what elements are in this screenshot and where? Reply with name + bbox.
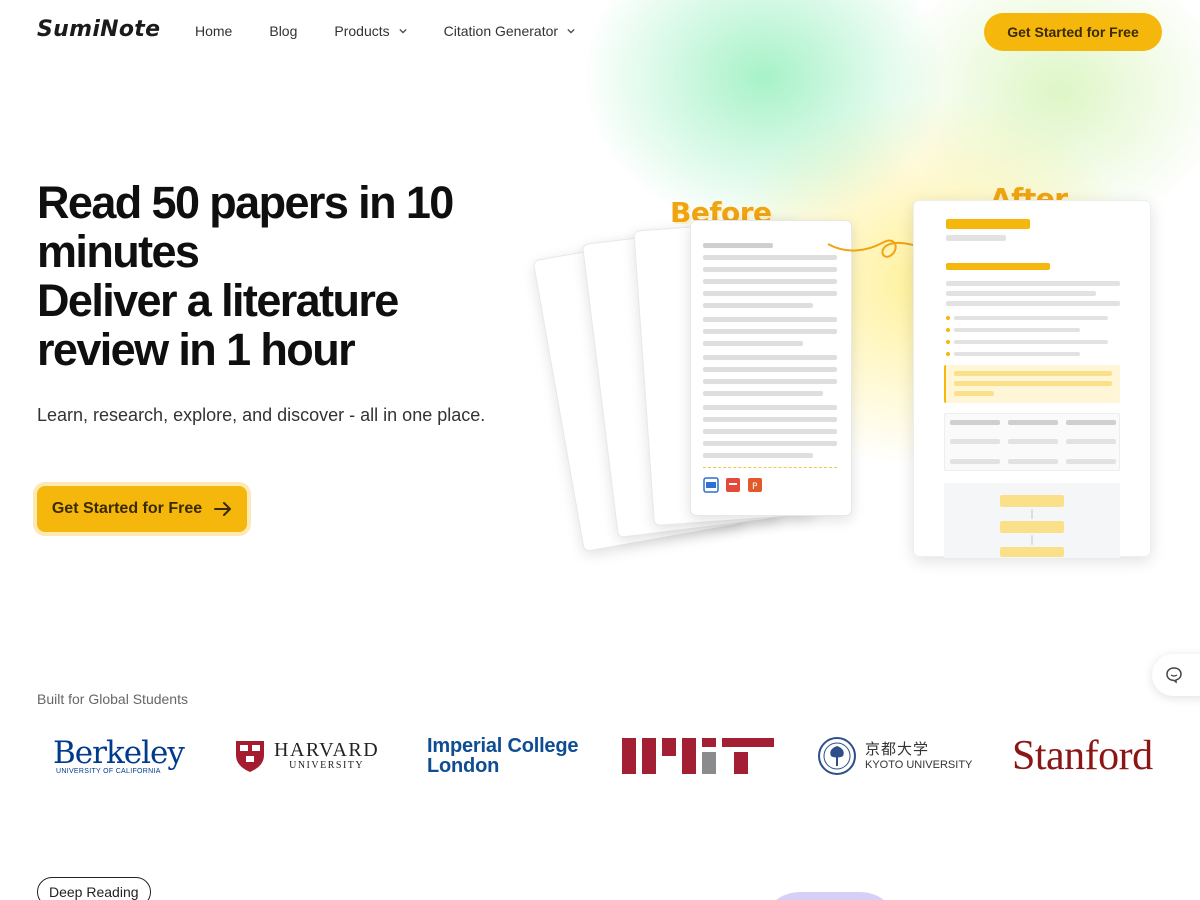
kyoto-name-jp: 京都大学: [865, 740, 930, 758]
mit-logo: [622, 728, 774, 784]
svg-text:P: P: [752, 482, 758, 492]
arrow-right-icon: [214, 502, 232, 516]
decorative-purple-arc: [760, 892, 900, 900]
hero-title: Read 50 papers in 10 minutes Deliver a l…: [37, 178, 497, 374]
hero-title-line: Read 50 papers in 10: [37, 177, 454, 228]
chevron-down-icon: [567, 28, 575, 34]
dashed-divider: [703, 467, 837, 468]
doc-icon: [703, 477, 719, 493]
mit-wordmark-icon: [622, 738, 774, 774]
stanford-logo: Stanford: [1012, 733, 1153, 779]
university-logos: Berkeley UNIVERSITY OF CALIFORNIA HARVAR…: [0, 728, 1200, 788]
hero-cta-label: Get Started for Free: [51, 500, 203, 517]
section-tag-deep-reading: Deep Reading: [37, 877, 151, 900]
kyoto-name-en: KYOTO UNIVERSITY: [865, 758, 973, 771]
harvard-name: HARVARD: [274, 739, 380, 761]
imperial-name-line1: Imperial College: [427, 735, 579, 757]
site-header: SumiNote Home Blog Products Citation Gen…: [0, 0, 1200, 64]
before-after-illustration: Before After P: [532, 180, 1160, 560]
berkeley-name: Berkeley: [53, 734, 185, 771]
harvard-subtitle: UNIVERSITY: [289, 760, 365, 771]
nav-item-label: Products: [334, 23, 390, 39]
chat-bubble-icon: [1166, 667, 1182, 684]
chat-support-button[interactable]: [1152, 654, 1200, 696]
berkeley-subtitle: UNIVERSITY OF CALIFORNIA: [56, 767, 161, 775]
main-nav: Home Blog Products Citation Generator: [195, 23, 612, 39]
hero-subtitle: Learn, research, explore, and discover -…: [37, 405, 486, 425]
hero-title-line: minutes: [37, 226, 200, 277]
kyoto-emblem-icon: [818, 737, 856, 775]
header-get-started-button[interactable]: Get Started for Free: [984, 13, 1162, 51]
brand-logo[interactable]: SumiNote: [37, 17, 160, 42]
harvard-logo: HARVARD UNIVERSITY: [234, 728, 379, 784]
nav-item-home[interactable]: Home: [195, 23, 232, 39]
ppt-icon: P: [748, 478, 762, 492]
harvard-shield-icon: [236, 741, 264, 772]
nav-item-label: Citation Generator: [443, 23, 559, 39]
nav-item-citation-generator[interactable]: Citation Generator: [444, 23, 575, 39]
hero-get-started-button[interactable]: Get Started for Free: [37, 486, 247, 532]
nav-item-blog[interactable]: Blog: [269, 23, 297, 39]
nav-item-label: Blog: [269, 23, 298, 39]
pdf-icon: [726, 478, 740, 492]
hero-title-line: review in 1 hour: [37, 324, 356, 375]
chevron-down-icon: [398, 28, 407, 34]
imperial-name-line2: London: [427, 755, 500, 777]
berkeley-logo: Berkeley UNIVERSITY OF CALIFORNIA: [53, 728, 185, 784]
hero-title-line: Deliver a literature: [37, 275, 399, 326]
summary-page: [913, 200, 1151, 558]
imperial-logo: Imperial College London: [427, 728, 578, 784]
kyoto-logo: 京都大学 KYOTO UNIVERSITY: [817, 728, 972, 784]
nav-item-label: Home: [195, 23, 233, 39]
universities-label: Built for Global Students: [37, 691, 188, 707]
nav-item-products[interactable]: Products: [334, 23, 407, 39]
